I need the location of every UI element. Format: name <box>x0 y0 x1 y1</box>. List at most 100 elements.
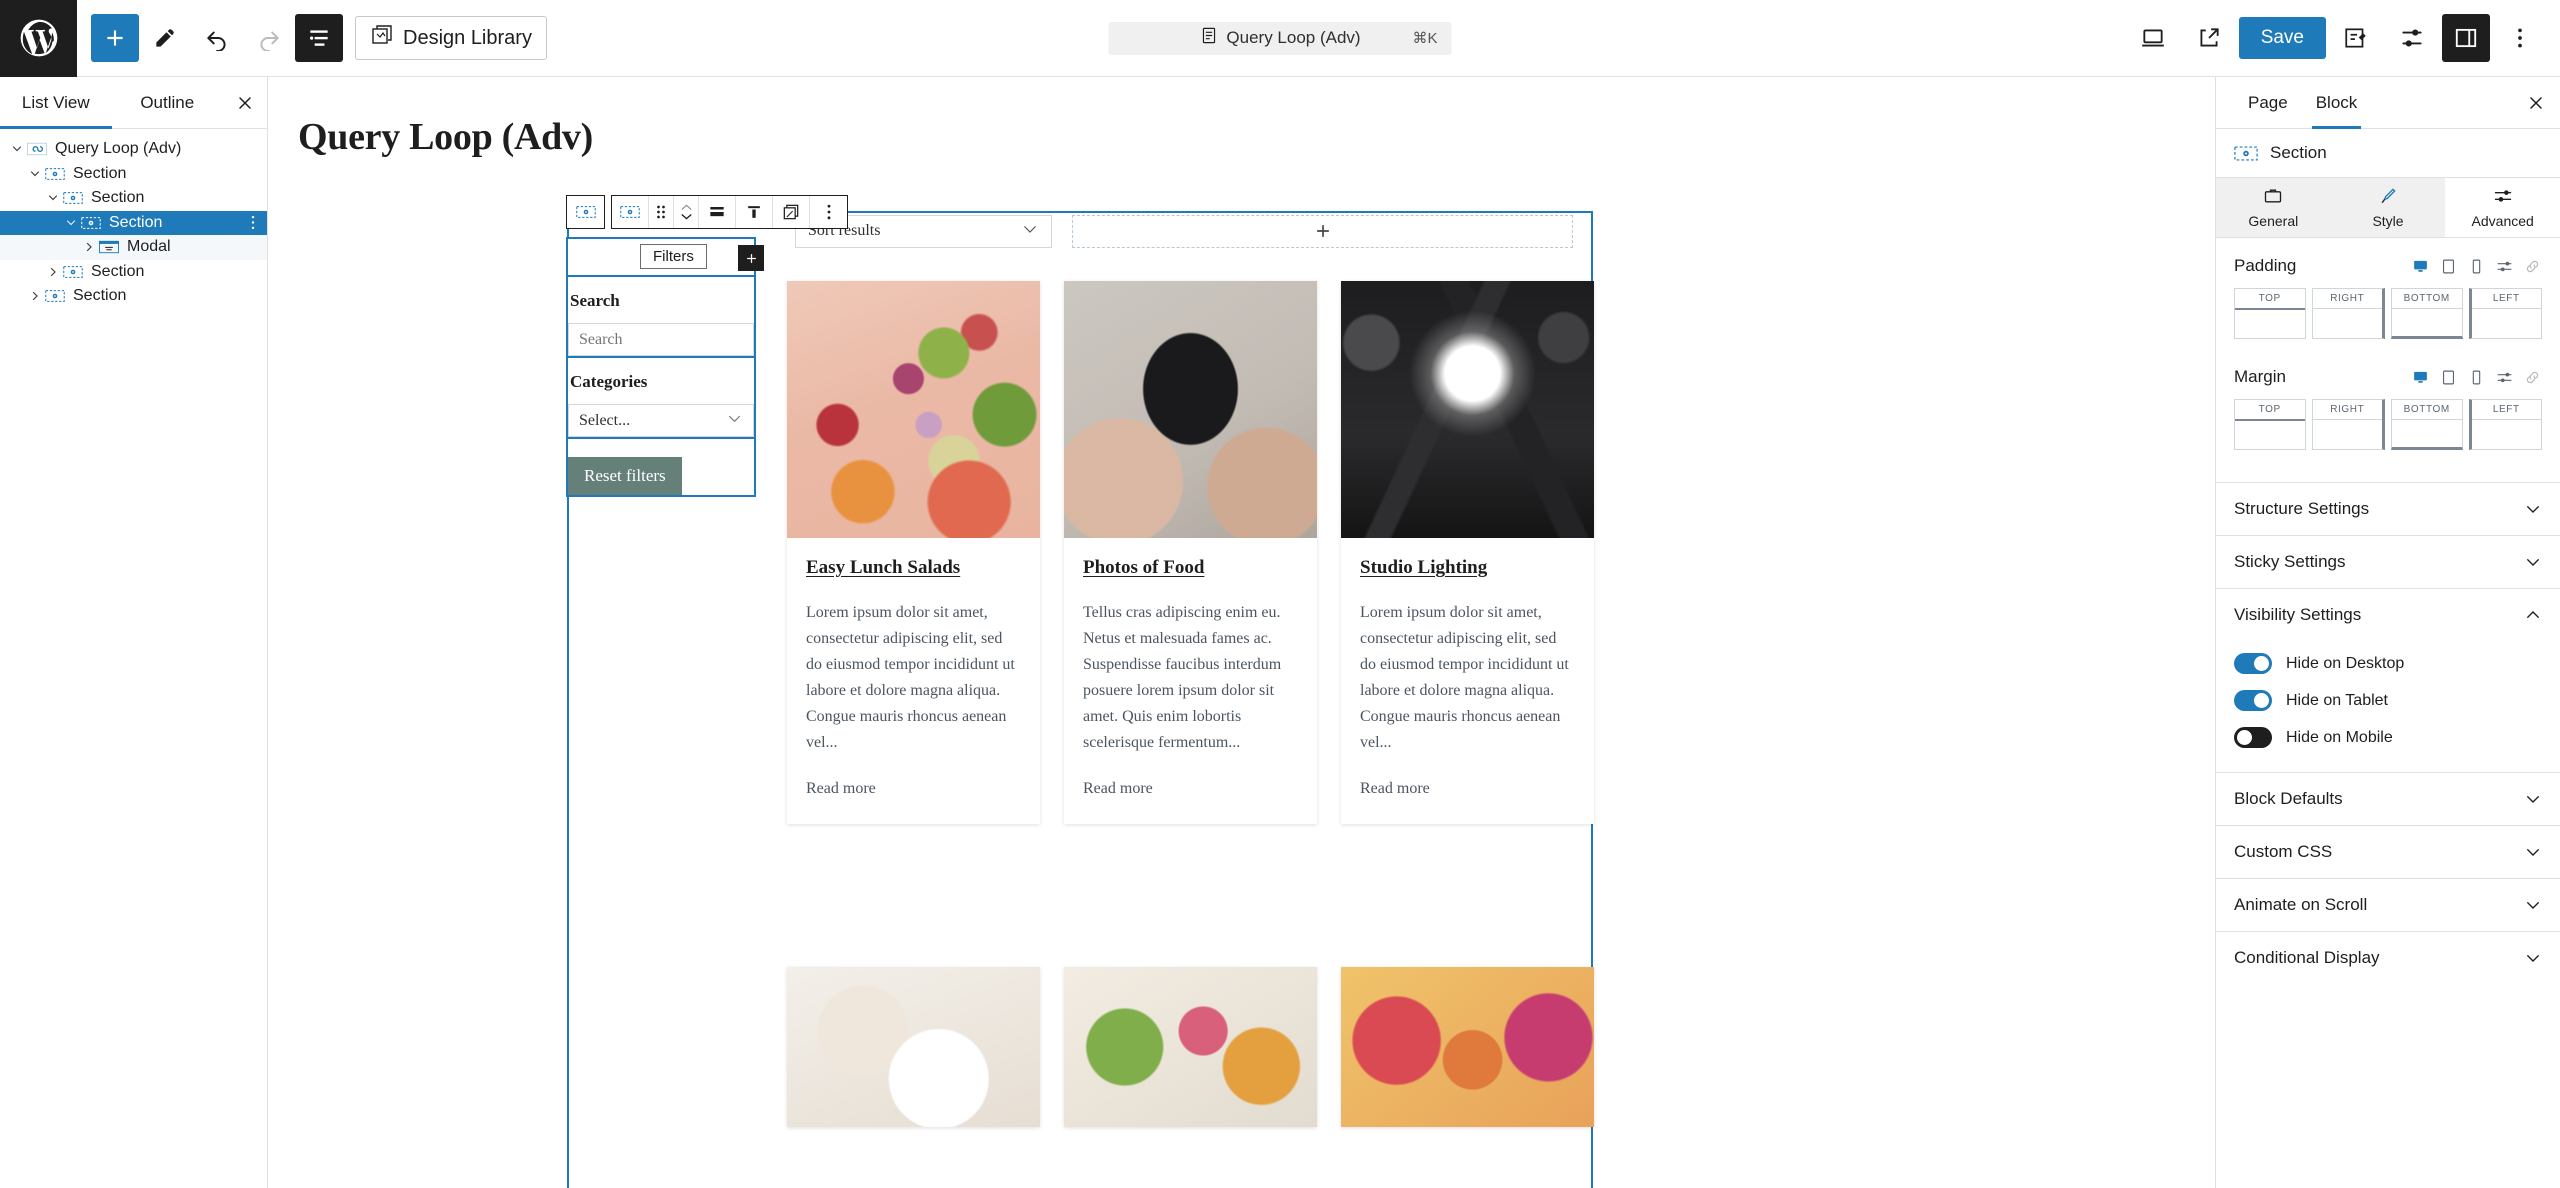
tree-item-section-5[interactable]: Section <box>0 284 267 309</box>
padding-left-input[interactable] <box>2472 309 2542 336</box>
accordion-conditional-display[interactable]: Conditional Display <box>2216 931 2560 984</box>
chevron-right-icon[interactable] <box>80 241 98 253</box>
accordion-animate-on-scroll[interactable]: Animate on Scroll <box>2216 878 2560 931</box>
tree-item-section-2[interactable]: Section <box>0 186 267 211</box>
chevron-right-icon[interactable] <box>26 290 44 302</box>
desktop-icon[interactable] <box>2411 368 2430 387</box>
filters-block-panel[interactable]: Filters Search Search Categories Select.… <box>566 237 756 497</box>
margin-left-input[interactable] <box>2472 420 2542 447</box>
read-more-link[interactable]: Read more <box>1083 780 1298 798</box>
edit-page-button[interactable] <box>2330 12 2382 64</box>
search-filter-input[interactable]: Search <box>568 323 754 356</box>
post-card[interactable]: Photos of Food Tellus cras adipiscing en… <box>1064 281 1317 824</box>
mobile-icon[interactable] <box>2467 257 2486 276</box>
filters-add-block-button[interactable] <box>738 245 764 271</box>
link-sides-icon[interactable] <box>2523 368 2542 387</box>
chevron-down-icon[interactable] <box>62 217 80 229</box>
align-block-icon[interactable] <box>699 196 736 228</box>
post-card[interactable] <box>1341 967 1594 1127</box>
select-parent-section-icon[interactable] <box>567 196 604 228</box>
edit-tool-button[interactable] <box>139 12 191 64</box>
post-title[interactable]: Studio Lighting <box>1360 556 1575 580</box>
padding-top-field[interactable]: TOP <box>2234 288 2306 339</box>
read-more-link[interactable]: Read more <box>806 780 1021 798</box>
design-library-button[interactable]: Design Library <box>355 16 547 60</box>
mobile-icon[interactable] <box>2467 368 2486 387</box>
subtab-general[interactable]: General <box>2216 178 2331 237</box>
margin-right-field[interactable]: RIGHT <box>2312 399 2386 450</box>
reset-filters-button[interactable]: Reset filters <box>568 457 682 495</box>
save-button[interactable]: Save <box>2239 17 2326 59</box>
tab-page[interactable]: Page <box>2234 77 2302 128</box>
padding-bottom-field[interactable]: BOTTOM <box>2391 288 2463 339</box>
link-sides-icon[interactable] <box>2523 257 2542 276</box>
undo-button[interactable] <box>191 12 243 64</box>
margin-right-input[interactable] <box>2313 420 2383 447</box>
tree-item-modal[interactable]: Modal <box>0 235 267 260</box>
preview-external-button[interactable] <box>2183 12 2235 64</box>
post-title[interactable]: Photos of Food <box>1083 556 1298 580</box>
sliders-icon[interactable] <box>2495 368 2514 387</box>
margin-top-input[interactable] <box>2235 421 2305 448</box>
tab-outline[interactable]: Outline <box>112 77 224 128</box>
more-options-button[interactable] <box>2494 12 2546 64</box>
padding-left-field[interactable]: LEFT <box>2469 288 2543 339</box>
tablet-icon[interactable] <box>2439 368 2458 387</box>
padding-top-input[interactable] <box>2235 310 2305 337</box>
padding-right-input[interactable] <box>2313 309 2383 336</box>
post-card[interactable]: Easy Lunch Salads Lorem ipsum dolor sit … <box>787 281 1040 824</box>
close-settings-icon[interactable] <box>2512 77 2560 128</box>
categories-filter-select[interactable]: Select... <box>568 404 754 437</box>
accordion-custom-css[interactable]: Custom CSS <box>2216 825 2560 878</box>
settings-gear-button[interactable] <box>2386 12 2438 64</box>
duplicate-block-icon[interactable] <box>773 196 810 228</box>
chevron-down-icon[interactable] <box>8 143 26 155</box>
subtab-advanced[interactable]: Advanced <box>2445 178 2560 237</box>
redo-button[interactable] <box>243 12 295 64</box>
accordion-structure-settings[interactable]: Structure Settings <box>2216 482 2560 535</box>
close-list-view-icon[interactable] <box>223 77 267 128</box>
view-device-button[interactable] <box>2127 12 2179 64</box>
chevron-right-icon[interactable] <box>44 266 62 278</box>
subtab-style[interactable]: Style <box>2331 178 2446 237</box>
chevron-down-icon[interactable] <box>44 192 62 204</box>
margin-bottom-field[interactable]: BOTTOM <box>2391 399 2463 450</box>
tree-item-query-loop[interactable]: Query Loop (Adv) <box>0 137 267 162</box>
list-view-toggle-button[interactable] <box>295 14 343 62</box>
margin-left-field[interactable]: LEFT <box>2469 399 2543 450</box>
tab-list-view[interactable]: List View <box>0 77 112 128</box>
tab-block[interactable]: Block <box>2302 77 2372 128</box>
tablet-icon[interactable] <box>2439 257 2458 276</box>
post-card[interactable] <box>787 967 1040 1127</box>
chevron-down-icon[interactable] <box>26 168 44 180</box>
hide-on-mobile-toggle[interactable] <box>2234 727 2272 748</box>
command-bar[interactable]: Query Loop (Adv) ⌘K <box>1109 22 1452 55</box>
tree-item-section-1[interactable]: Section <box>0 162 267 187</box>
read-more-link[interactable]: Read more <box>1360 780 1575 798</box>
margin-bottom-input[interactable] <box>2392 420 2462 447</box>
desktop-icon[interactable] <box>2411 257 2430 276</box>
vertical-align-top-icon[interactable] <box>736 196 773 228</box>
add-block-button[interactable] <box>91 14 139 62</box>
wordpress-logo-icon[interactable] <box>0 0 77 77</box>
block-type-section-icon[interactable] <box>612 196 649 228</box>
post-card[interactable]: Studio Lighting Lorem ipsum dolor sit am… <box>1341 281 1594 824</box>
move-up-down-buttons[interactable] <box>674 196 699 228</box>
hide-on-tablet-toggle[interactable] <box>2234 690 2272 711</box>
settings-sidebar-toggle-button[interactable] <box>2442 14 2490 62</box>
post-title[interactable]: Easy Lunch Salads <box>806 556 1021 580</box>
post-card[interactable] <box>1064 967 1317 1127</box>
margin-top-field[interactable]: TOP <box>2234 399 2306 450</box>
sliders-icon[interactable] <box>2495 257 2514 276</box>
accordion-sticky-settings[interactable]: Sticky Settings <box>2216 535 2560 588</box>
accordion-visibility-settings[interactable]: Visibility Settings <box>2216 588 2560 641</box>
block-options-icon[interactable] <box>810 196 847 228</box>
accordion-block-defaults[interactable]: Block Defaults <box>2216 772 2560 825</box>
hide-on-desktop-toggle[interactable] <box>2234 653 2272 674</box>
tree-item-section-4[interactable]: Section <box>0 260 267 285</box>
padding-right-field[interactable]: RIGHT <box>2312 288 2386 339</box>
padding-bottom-input[interactable] <box>2392 309 2462 336</box>
tree-item-section-3-selected[interactable]: Section <box>0 211 267 236</box>
tree-item-options-icon[interactable] <box>245 215 261 230</box>
drag-handle-icon[interactable] <box>649 196 674 228</box>
